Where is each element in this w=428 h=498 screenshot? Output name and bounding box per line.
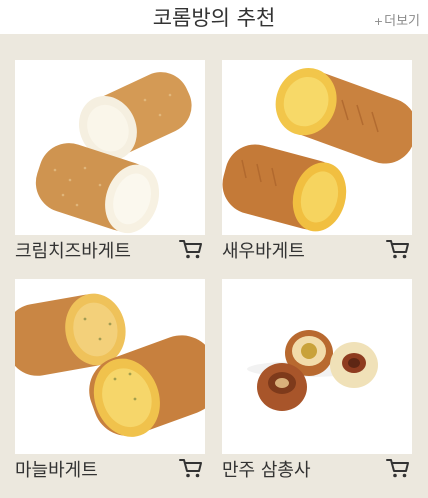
product-name[interactable]: 마늘바게트	[15, 456, 98, 482]
cart-icon[interactable]	[385, 238, 411, 260]
more-link[interactable]: +더보기	[374, 10, 420, 29]
shrimp-baguette-photo[interactable]	[222, 60, 412, 235]
product-name[interactable]: 크림치즈바게트	[15, 237, 131, 263]
section-header: 코롬방의 추천 +더보기	[0, 0, 428, 34]
garlic-baguette-photo[interactable]	[15, 279, 205, 454]
cart-icon[interactable]	[178, 457, 204, 479]
cart-icon[interactable]	[178, 238, 204, 260]
cream-cheese-baguette-photo[interactable]	[15, 60, 205, 235]
product-name[interactable]: 새우바게트	[222, 237, 305, 263]
manju-trio-photo[interactable]	[222, 279, 412, 454]
more-label: 더보기	[384, 14, 420, 29]
section-title: 코롬방의 추천	[152, 6, 276, 30]
plus-icon: +	[373, 15, 384, 28]
product-name[interactable]: 만주 삼총사	[222, 456, 311, 482]
cart-icon[interactable]	[385, 457, 411, 479]
